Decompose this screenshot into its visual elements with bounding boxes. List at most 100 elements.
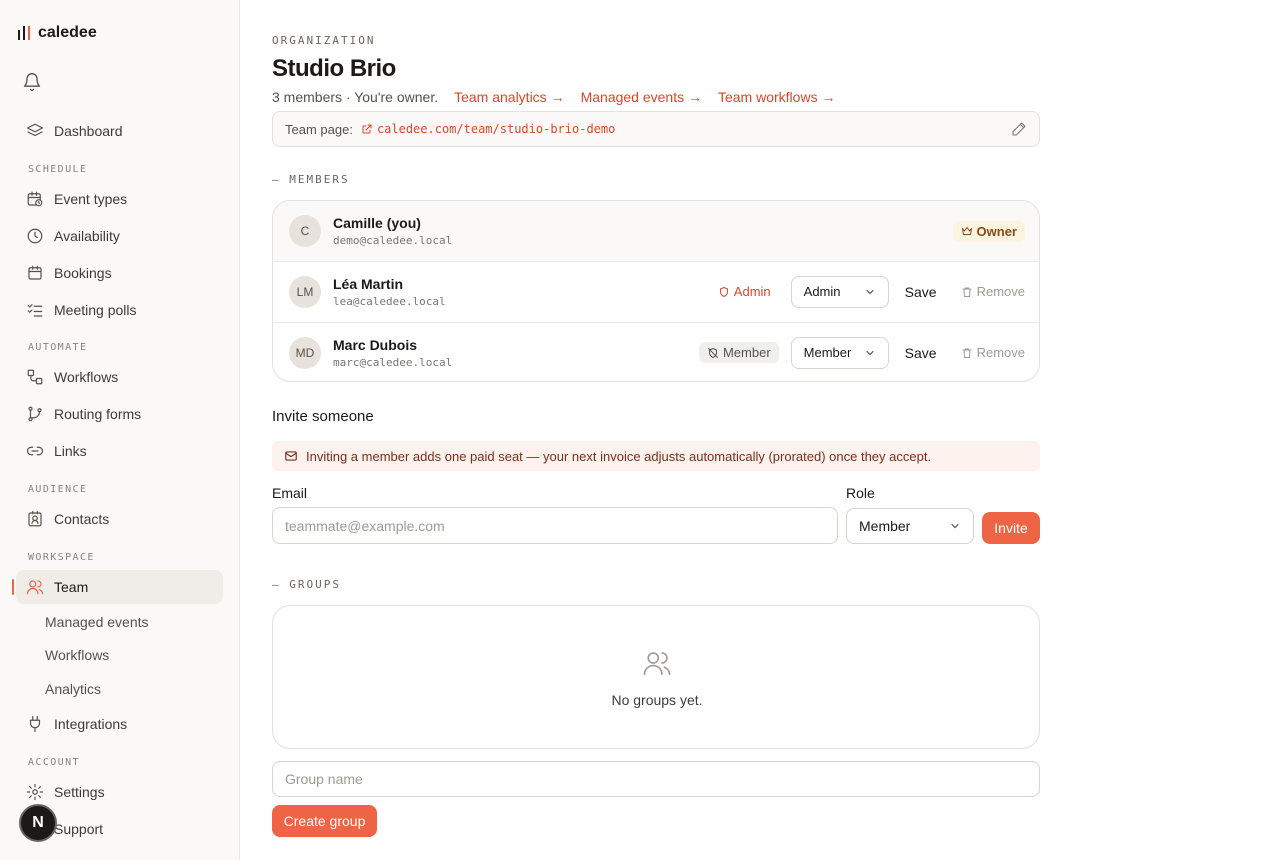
- role-badge-member: Member: [698, 342, 779, 363]
- members-list: C Camille (you) demo@caledee.local Owner…: [272, 200, 1040, 382]
- billing-notice: Inviting a member adds one paid seat — y…: [272, 441, 1040, 471]
- chevron-down-icon: [866, 350, 874, 355]
- create-group-button[interactable]: Create group: [272, 805, 377, 837]
- team-page-field: Team page: caledee.com/team/studio-brio-…: [272, 111, 1040, 147]
- plug-icon: [29, 715, 41, 733]
- team-workflows-link[interactable]: Team workflows →: [718, 89, 835, 105]
- team-page-label: Team page:: [285, 121, 353, 137]
- role-badge-owner: Owner: [952, 220, 1025, 242]
- sidebar-item-availability[interactable]: Availability: [16, 219, 223, 253]
- badge-label: Admin: [733, 284, 771, 299]
- contact-icon: [28, 510, 42, 527]
- save-button[interactable]: Save: [905, 284, 937, 300]
- notice-text: Inviting a member adds one paid seat — y…: [306, 448, 932, 464]
- sidebar-item-label: Dashboard: [54, 123, 123, 139]
- role-select-value: Admin: [803, 284, 841, 299]
- sidebar-item-meeting-polls[interactable]: Meeting polls: [16, 293, 223, 327]
- layers-icon: [26, 123, 44, 137]
- section-label-schedule: SCHEDULE: [28, 164, 88, 175]
- email-input[interactable]: teammate@example.com: [272, 507, 838, 544]
- invite-title: Invite someone: [272, 408, 374, 425]
- avatar: C: [289, 215, 321, 247]
- bell-icon[interactable]: [22, 72, 42, 92]
- trash-icon: [962, 287, 972, 297]
- role-select[interactable]: Admin: [790, 275, 889, 308]
- users-icon: [643, 652, 671, 676]
- member-email: demo@caledee.local: [333, 234, 453, 247]
- avatar: MD: [289, 336, 321, 369]
- shield-off-icon: [707, 347, 718, 358]
- page-eyebrow: ORGANIZATION: [272, 34, 376, 47]
- section-label-workspace: WORKSPACE: [28, 552, 95, 563]
- role-label: Role: [846, 485, 875, 501]
- team-page-link[interactable]: caledee.com/team/studio-brio-demo: [361, 122, 615, 136]
- sidebar-item-contacts[interactable]: Contacts: [16, 502, 223, 536]
- sidebar-item-label: Support: [54, 821, 104, 837]
- page-title: Studio Brio: [272, 55, 396, 82]
- dev-tools-button[interactable]: N: [19, 804, 57, 842]
- badge-label: Member: [722, 345, 771, 360]
- sidebar-item-label: Meeting polls: [54, 302, 137, 318]
- mail-icon: [285, 451, 297, 461]
- sidebar-item-event-types[interactable]: Event types: [16, 182, 223, 216]
- sidebar-item-team[interactable]: Team: [12, 570, 223, 604]
- sidebar-item-label: Availability: [54, 228, 120, 244]
- badge-label: Owner: [976, 223, 1017, 239]
- remove-label: Remove: [976, 284, 1025, 299]
- sidebar-item-label: Routing forms: [54, 406, 142, 422]
- invite-role-select[interactable]: Member: [846, 508, 974, 544]
- calendar-clock-icon: [27, 191, 43, 207]
- group-name-input[interactable]: Group name: [272, 761, 1040, 797]
- save-button[interactable]: Save: [905, 345, 937, 361]
- member-name: Camille (you): [333, 215, 421, 231]
- member-email: marc@caledee.local: [333, 355, 453, 369]
- sidebar-item-label: Workflows: [54, 369, 119, 385]
- sidebar-subitem-analytics[interactable]: Analytics: [45, 681, 101, 697]
- sidebar-subitem-workflows[interactable]: Workflows: [45, 647, 109, 663]
- brand-logo[interactable]: caledee: [18, 24, 97, 42]
- sidebar-item-workflows[interactable]: Workflows: [16, 360, 223, 394]
- gear-icon: [26, 783, 44, 801]
- members-section-label: — MEMBERS: [272, 173, 350, 186]
- sidebar-item-routing-forms[interactable]: Routing forms: [16, 397, 223, 431]
- team-analytics-link[interactable]: Team analytics →: [454, 89, 564, 105]
- role-select[interactable]: Member: [790, 336, 889, 369]
- sidebar-subitem-managed-events[interactable]: Managed events: [45, 614, 149, 630]
- sidebar: caledee Dashboard SCHEDULE Event types A…: [0, 0, 240, 860]
- remove-button[interactable]: Remove: [961, 345, 1025, 360]
- page-meta: 3 members · You're owner. Team analytics…: [272, 89, 835, 105]
- member-row: LM Léa Martin lea@caledee.local Admin Ad…: [273, 261, 1039, 321]
- sidebar-item-integrations[interactable]: Integrations: [16, 707, 223, 741]
- remove-label: Remove: [976, 345, 1025, 360]
- chevron-down-icon: [866, 289, 874, 294]
- sidebar-item-label: Bookings: [54, 265, 112, 281]
- sidebar-item-dashboard[interactable]: Dashboard: [16, 114, 223, 148]
- sidebar-item-label: Contacts: [54, 511, 110, 527]
- section-label-account: ACCOUNT: [28, 757, 80, 768]
- managed-events-link[interactable]: Managed events →: [581, 89, 702, 105]
- email-label: Email: [272, 485, 308, 501]
- member-row: C Camille (you) demo@caledee.local Owner: [273, 201, 1039, 261]
- sidebar-item-label: Event types: [54, 191, 128, 207]
- role-select-value: Member: [803, 345, 852, 360]
- groups-section-label: — GROUPS: [272, 578, 341, 591]
- link-icon: [26, 446, 44, 456]
- section-label-audience: AUDIENCE: [28, 484, 88, 495]
- workflow-icon: [27, 369, 43, 385]
- pencil-icon[interactable]: [1011, 121, 1027, 137]
- sidebar-item-links[interactable]: Links: [16, 434, 223, 468]
- sidebar-item-label: Team: [54, 579, 89, 595]
- member-summary: 3 members · You're owner.: [272, 89, 439, 105]
- shield-icon: [719, 286, 728, 297]
- sidebar-item-bookings[interactable]: Bookings: [16, 256, 223, 290]
- sidebar-item-label: Settings: [54, 784, 105, 800]
- sidebar-item-settings[interactable]: Settings: [16, 775, 223, 809]
- invite-role-value: Member: [859, 518, 911, 534]
- member-row: MD Marc Dubois marc@caledee.local Member…: [273, 322, 1039, 381]
- remove-button[interactable]: Remove: [961, 284, 1025, 299]
- member-name: Marc Dubois: [333, 336, 418, 353]
- invite-button[interactable]: Invite: [982, 512, 1040, 544]
- sidebar-item-label: Integrations: [54, 716, 128, 732]
- avatar: LM: [289, 275, 321, 308]
- groups-empty-state: No groups yet.: [272, 605, 1040, 749]
